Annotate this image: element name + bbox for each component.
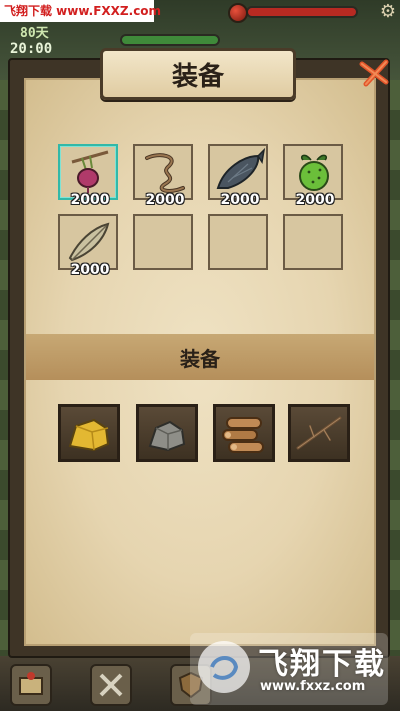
resource-slot-gold[interactable] xyxy=(58,404,120,462)
map-icon xyxy=(19,672,43,695)
inventory-slot-empty[interactable] xyxy=(208,214,268,270)
gold-ore-icon xyxy=(68,418,110,452)
fxxz-logo-icon xyxy=(198,641,250,693)
green-fruit-icon xyxy=(299,154,329,191)
map-button[interactable] xyxy=(10,664,52,706)
inventory-slot-radish[interactable]: 2000 xyxy=(58,144,118,208)
item-quantity: 2000 xyxy=(220,192,260,208)
resource-slot-stone[interactable] xyxy=(136,404,198,462)
resource-slot-wood[interactable] xyxy=(213,404,275,462)
item-quantity: 2000 xyxy=(145,192,185,208)
wood-logs-icon xyxy=(222,417,264,453)
close-icon xyxy=(359,59,389,87)
twig-icon xyxy=(296,416,342,450)
inventory-slot-fish[interactable]: 2000 xyxy=(208,144,268,208)
day-counter: 80天 xyxy=(20,26,49,41)
item-quantity: 2000 xyxy=(70,192,110,208)
inventory-slot-empty[interactable] xyxy=(133,214,193,270)
dialog-title: 装备 xyxy=(100,48,296,100)
item-quantity: 2000 xyxy=(70,262,110,278)
inventory-slot-empty[interactable] xyxy=(283,214,343,270)
health-bar xyxy=(246,6,358,18)
radish-icon xyxy=(71,150,109,193)
feather-icon xyxy=(68,222,110,262)
crossed-tools-icon xyxy=(99,673,123,697)
close-button[interactable] xyxy=(356,56,392,92)
resource-slot-twig[interactable] xyxy=(288,404,350,462)
inventory-slot-feather[interactable]: 2000 xyxy=(58,214,118,278)
craft-button[interactable] xyxy=(90,664,132,706)
health-orb-icon xyxy=(228,3,248,23)
inventory-slot-green-fruit[interactable]: 2000 xyxy=(283,144,343,208)
item-quantity: 2000 xyxy=(295,192,335,208)
inventory-slot-worm[interactable]: 2000 xyxy=(133,144,193,208)
fish-icon xyxy=(216,148,266,189)
watermark-url: www.fxxz.com xyxy=(260,679,366,694)
stone-icon xyxy=(148,420,186,452)
watermark-logo-block: 飞翔下载 www.fxxz.com xyxy=(190,633,388,705)
settings-gear-icon[interactable]: ⚙ xyxy=(378,2,398,22)
stamina-bar xyxy=(120,34,220,46)
clock: 20:00 xyxy=(10,41,53,57)
watermark-banner: 飞翔下载 www.FXXZ.com xyxy=(0,0,161,22)
watermark-title: 飞翔下载 xyxy=(258,647,386,682)
section-header: 装备 xyxy=(26,334,374,380)
worm-icon xyxy=(145,153,185,193)
right-map-edge xyxy=(390,80,400,660)
